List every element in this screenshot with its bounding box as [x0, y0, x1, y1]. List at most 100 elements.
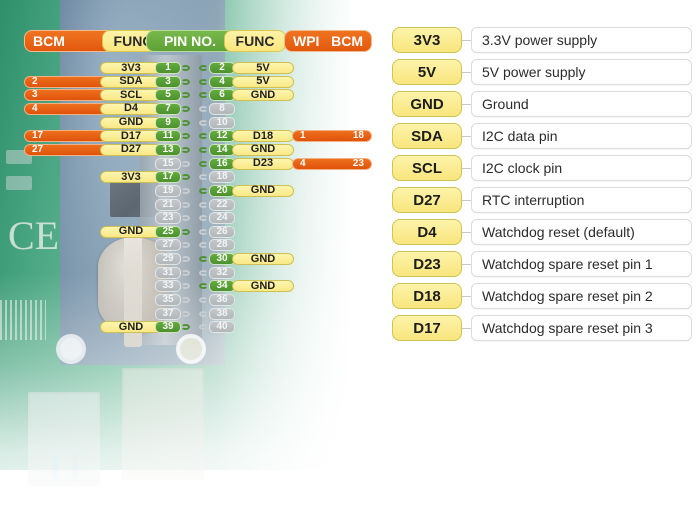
- left-func-badge: GND: [100, 225, 162, 238]
- pin-number-left: 17: [155, 171, 181, 184]
- legend-row: SDA I2C data pin: [392, 120, 692, 152]
- pin-number-left: 35: [155, 294, 181, 307]
- right-func-badge: 5V: [232, 62, 294, 74]
- pin-number-right: 40: [209, 321, 235, 334]
- right-wpi-bcm-badge: 1 18: [292, 130, 372, 143]
- pin-connector-left: [181, 283, 190, 290]
- pin-connector-left: [181, 187, 190, 194]
- pin-number-left: 11: [155, 130, 181, 143]
- pin-number-left: 27: [155, 239, 181, 252]
- pin-number-left: 31: [155, 266, 181, 279]
- pin-connector-left: [181, 92, 190, 99]
- pin-number-right: 32: [209, 266, 235, 279]
- legend-row: SCL I2C clock pin: [392, 152, 692, 184]
- pin-connector-right: [199, 133, 208, 140]
- right-func-badge: GND: [232, 89, 294, 102]
- legend-dash: [462, 231, 471, 233]
- left-func-badge: GND: [100, 116, 162, 129]
- pin-connector-right: [199, 174, 208, 181]
- legend-row: D17 Watchdog spare reset pin 3: [392, 312, 692, 344]
- pin-number-left: 21: [155, 198, 181, 211]
- pin-number-left: 3: [155, 75, 181, 88]
- header-right-func: FUNC: [224, 30, 286, 52]
- right-wpi-bcm-badge: 4 23: [292, 157, 372, 170]
- legend-key-badge: D18: [392, 283, 462, 309]
- legend-description: I2C clock pin: [471, 155, 692, 181]
- legend-row: GND Ground: [392, 88, 692, 120]
- left-bcm-value: 3: [32, 89, 38, 101]
- pin-connector-left: [181, 310, 190, 317]
- pin-number-left: 15: [155, 157, 181, 170]
- pin-connector-right: [199, 201, 208, 208]
- pin-number-left: 33: [155, 280, 181, 293]
- pin-connector-left: [181, 324, 190, 331]
- left-func-badge: D4: [100, 102, 162, 115]
- legend-description: Watchdog reset (default): [471, 219, 692, 245]
- legend-dash: [462, 263, 471, 265]
- right-wpi-value: 4: [300, 157, 306, 169]
- pin-connector-right: [199, 105, 208, 112]
- legend-key-badge: SCL: [392, 155, 462, 181]
- pin-connector-right: [199, 65, 208, 71]
- pin-connector-right: [199, 187, 208, 194]
- legend-dash: [462, 103, 471, 105]
- pin-connector-right: [199, 78, 208, 85]
- pin-connector-right: [199, 146, 208, 153]
- pin-number-left: 13: [155, 143, 181, 156]
- left-bcm-value: 4: [32, 102, 38, 114]
- legend-panel: 3V3 3.3V power supply 5V 5V power supply GND…: [392, 24, 692, 344]
- pin-connector-left: [181, 174, 190, 181]
- pin-connector-right: [199, 310, 208, 317]
- pin-connector-left: [181, 297, 190, 304]
- legend-dash: [462, 167, 471, 169]
- pin-connector-right: [199, 256, 208, 263]
- pin-connector-left: [181, 215, 190, 222]
- left-func-badge: SDA: [100, 75, 162, 88]
- legend-row: D18 Watchdog spare reset pin 2: [392, 280, 692, 312]
- left-func-badge: 3V3: [100, 171, 162, 184]
- pin-connector-left: [181, 269, 190, 276]
- legend-key-badge: GND: [392, 91, 462, 117]
- header-right-wpi-bcm: WPI BCM: [284, 30, 372, 52]
- legend-key-badge: D4: [392, 219, 462, 245]
- legend-description: Watchdog spare reset pin 3: [471, 315, 692, 341]
- pin-connector-left: [181, 146, 190, 153]
- right-func-badge: GND: [232, 280, 294, 293]
- pin-connector-right: [199, 269, 208, 276]
- gpio-pinout-map: BCM WPI FUNC PIN NO. FUNC WPI BCM 3V3125…: [0, 0, 390, 360]
- pin-number-left: 5: [155, 89, 181, 102]
- left-func-badge: 3V3: [100, 62, 162, 74]
- pin-number-right: 8: [209, 102, 235, 115]
- pin-connector-right: [199, 283, 208, 290]
- legend-key-badge: D27: [392, 187, 462, 213]
- right-bcm-value: 18: [352, 130, 364, 142]
- pin-number-left: 7: [155, 102, 181, 115]
- pin-connector-left: [181, 119, 190, 126]
- right-wpi-value: 1: [300, 130, 306, 142]
- pin-connector-right: [199, 215, 208, 222]
- pin-connector-left: [181, 160, 190, 167]
- legend-key-badge: D17: [392, 315, 462, 341]
- pin-number-right: 26: [209, 225, 235, 238]
- legend-key-badge: 3V3: [392, 27, 462, 53]
- legend-key-badge: D23: [392, 251, 462, 277]
- legend-row: D23 Watchdog spare reset pin 1: [392, 248, 692, 280]
- pin-connector-right: [199, 242, 208, 249]
- right-func-badge: D23: [232, 157, 294, 170]
- legend-dash: [462, 327, 471, 329]
- pin-number-right: 28: [209, 239, 235, 252]
- pin-connector-right: [199, 92, 208, 99]
- legend-dash: [462, 199, 471, 201]
- pin-number-right: 22: [209, 198, 235, 211]
- pin-connector-left: [181, 133, 190, 140]
- legend-description: Watchdog spare reset pin 1: [471, 251, 692, 277]
- legend-dash: [462, 135, 471, 137]
- pin-connector-right: [199, 324, 208, 331]
- right-bcm-value: 23: [352, 157, 364, 169]
- pin-number-left: 29: [155, 253, 181, 266]
- right-func-badge: 5V: [232, 75, 294, 88]
- pin-number-left: 25: [155, 225, 181, 238]
- pin-number-right: 10: [209, 116, 235, 129]
- pin-connector-left: [181, 256, 190, 263]
- left-bcm-value: 2: [32, 75, 38, 87]
